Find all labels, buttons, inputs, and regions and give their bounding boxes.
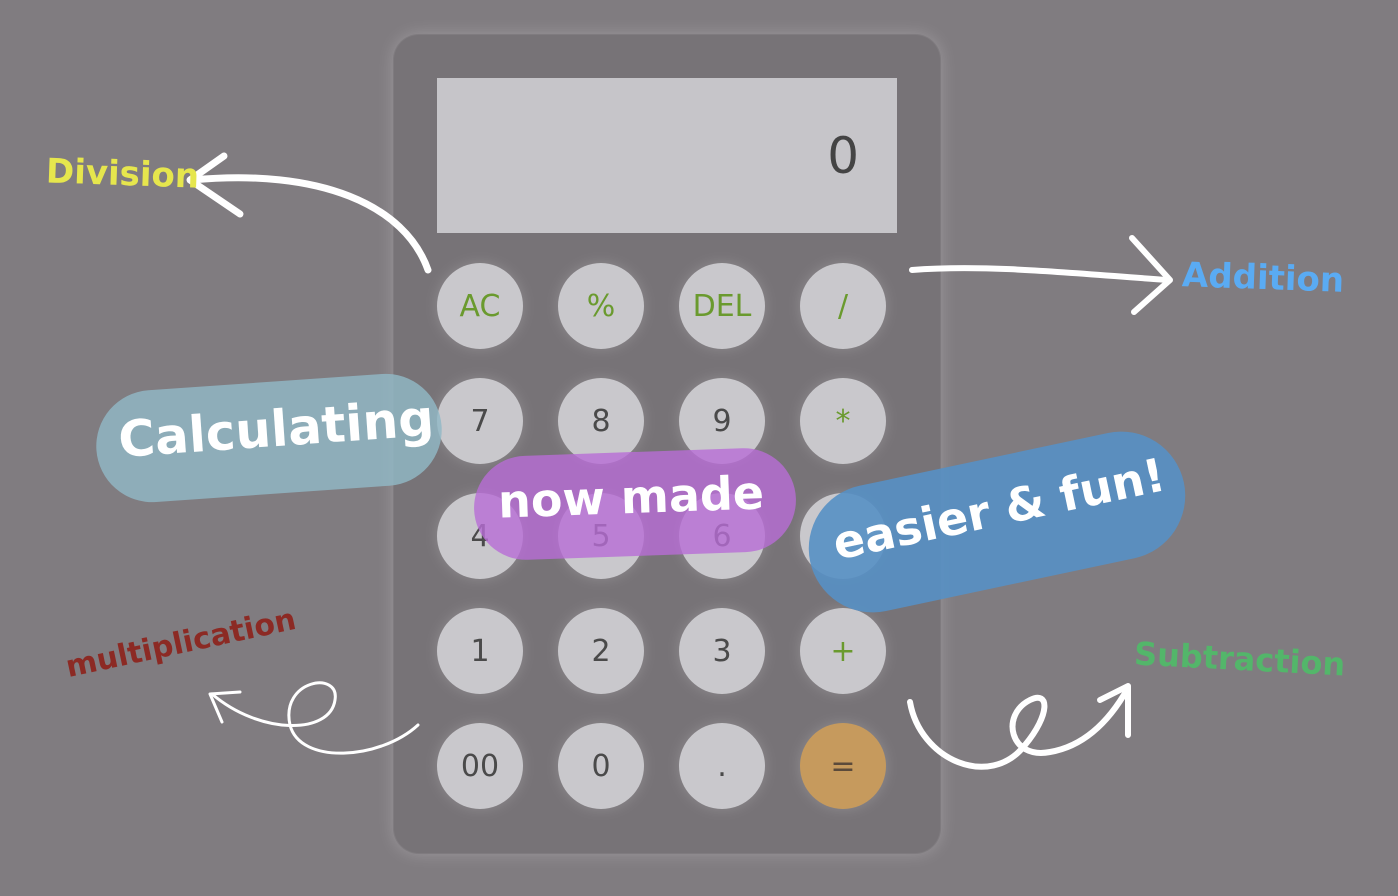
arrow-addition-icon xyxy=(909,265,1171,283)
key-6[interactable]: 6 xyxy=(679,493,765,579)
arrowhead-multiplication-icon xyxy=(208,690,242,724)
label-addition: Addition xyxy=(1181,255,1345,301)
arrow-multiplication-icon xyxy=(210,681,420,755)
key-percent[interactable]: % xyxy=(558,263,644,349)
key-7[interactable]: 7 xyxy=(437,378,523,464)
arrow-subtraction-icon xyxy=(907,685,1131,770)
key-ac[interactable]: AC xyxy=(437,263,523,349)
key-delete[interactable]: DEL xyxy=(679,263,765,349)
label-multiplication: multiplication xyxy=(62,602,300,685)
label-division: Division xyxy=(45,151,200,197)
key-subtract[interactable]: - xyxy=(800,493,886,579)
key-9[interactable]: 9 xyxy=(679,378,765,464)
key-00[interactable]: 00 xyxy=(437,723,523,809)
key-4[interactable]: 4 xyxy=(437,493,523,579)
key-equals[interactable]: = xyxy=(800,723,886,809)
key-1[interactable]: 1 xyxy=(437,608,523,694)
key-3[interactable]: 3 xyxy=(679,608,765,694)
key-divide[interactable]: / xyxy=(800,263,886,349)
key-0[interactable]: 0 xyxy=(558,723,644,809)
calculator-display: 0 xyxy=(437,78,897,233)
key-2[interactable]: 2 xyxy=(558,608,644,694)
arrowhead-addition-icon xyxy=(1129,235,1173,315)
arrowhead-subtraction-icon xyxy=(1097,683,1131,738)
arrowhead-division-icon xyxy=(186,152,244,218)
slogan-calculating: Calculating xyxy=(116,389,436,469)
calculator-body: 0 AC % DEL / 7 8 9 * 4 5 6 - 1 2 3 + 00 … xyxy=(393,34,941,854)
key-multiply[interactable]: * xyxy=(800,378,886,464)
key-add[interactable]: + xyxy=(800,608,886,694)
poster-stage: 0 AC % DEL / 7 8 9 * 4 5 6 - 1 2 3 + 00 … xyxy=(0,0,1398,896)
key-8[interactable]: 8 xyxy=(558,378,644,464)
label-subtraction: Subtraction xyxy=(1133,634,1347,684)
key-5[interactable]: 5 xyxy=(558,493,644,579)
key-decimal[interactable]: . xyxy=(679,723,765,809)
